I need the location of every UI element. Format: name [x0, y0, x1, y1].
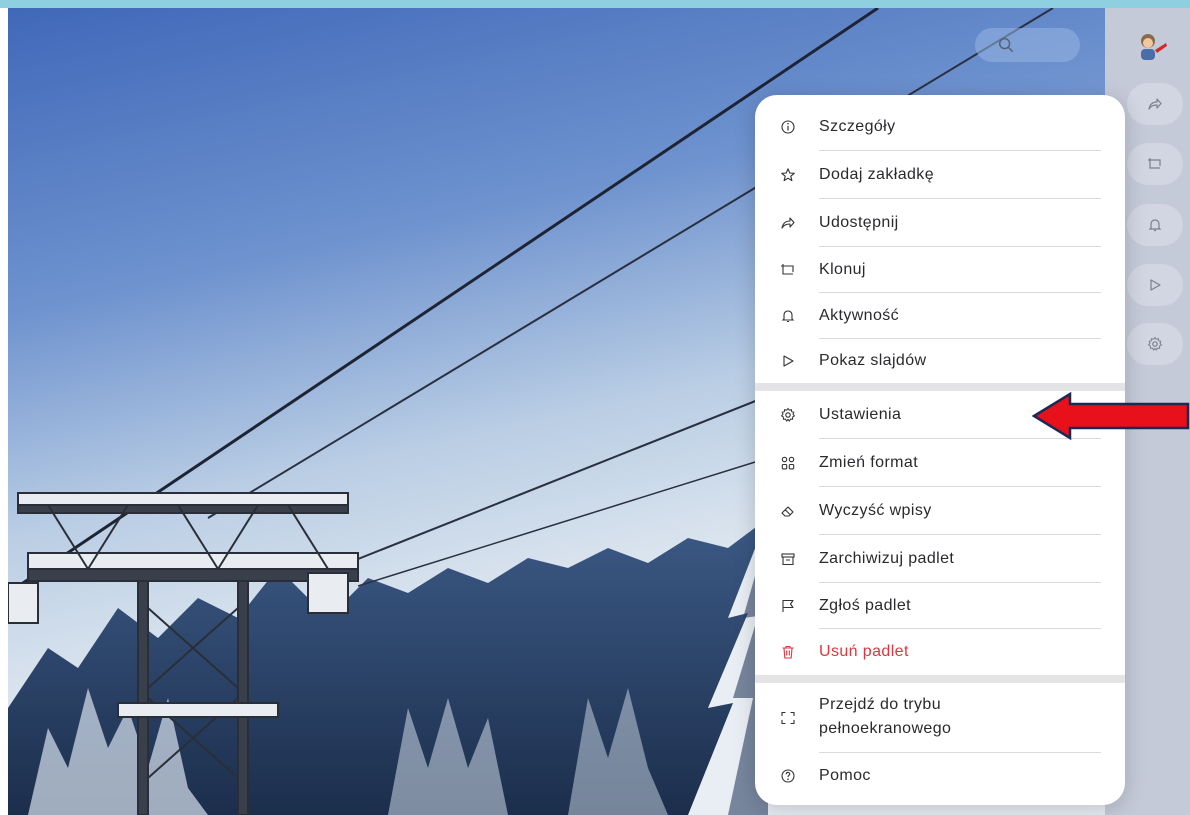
menu-item-label: Udostępnij [819, 214, 899, 231]
menu-item-label: Zgłoś padlet [819, 597, 911, 614]
search-icon [998, 37, 1014, 53]
menu-item-fullscreen[interactable]: Przejdź do trybu pełnoekranowego [755, 683, 1125, 753]
flag-icon [779, 597, 797, 615]
bell-icon [1148, 219, 1162, 232]
bell-icon [779, 307, 797, 325]
menu-item-change-format[interactable]: Zmień format [755, 439, 1125, 487]
red-annotation-arrow [1032, 392, 1190, 440]
help-icon [779, 767, 797, 785]
rail-clone-button[interactable] [1127, 143, 1183, 185]
share-icon [779, 214, 797, 232]
menu-item-delete[interactable]: Usuń padlet [755, 629, 1125, 675]
gear-icon [1147, 336, 1163, 351]
menu-item-label: Wyczyść wpisy [819, 502, 932, 519]
clone-icon [779, 261, 797, 279]
menu-item-bookmark[interactable]: Dodaj zakładkę [755, 151, 1125, 199]
menu-item-label: Usuń padlet [819, 643, 909, 660]
menu-item-activity[interactable]: Aktywność [755, 293, 1125, 339]
play-icon [779, 352, 797, 370]
trash-icon [779, 643, 797, 661]
menu-item-slideshow[interactable]: Pokaz slajdów [755, 339, 1125, 383]
clone-icon [1148, 158, 1161, 169]
menu-item-label: Zmień format [819, 454, 919, 471]
gear-icon [779, 406, 797, 424]
rail-share-button[interactable] [1127, 83, 1183, 125]
fullscreen-icon [779, 709, 797, 727]
menu-item-archive[interactable]: Zarchiwizuj padlet [755, 535, 1125, 583]
star-icon [779, 166, 797, 184]
menu-item-help[interactable]: Pomoc [755, 753, 1125, 799]
rail-slideshow-button[interactable] [1127, 264, 1183, 306]
eraser-icon [779, 502, 797, 520]
padlet-options-menu: Szczegóły Dodaj zakładkę Udostępnij Klon… [755, 95, 1125, 805]
menu-item-clear-posts[interactable]: Wyczyść wpisy [755, 487, 1125, 535]
share-icon [1148, 98, 1162, 110]
menu-item-label: Aktywność [819, 307, 900, 324]
menu-item-report[interactable]: Zgłoś padlet [755, 583, 1125, 629]
play-icon [1150, 279, 1161, 291]
menu-group-divider [755, 383, 1125, 391]
info-icon [779, 118, 797, 136]
menu-item-share[interactable]: Udostępnij [755, 199, 1125, 247]
grid-icon [779, 454, 797, 472]
rail-activity-button[interactable] [1127, 204, 1183, 246]
menu-item-label: Zarchiwizuj padlet [819, 550, 955, 567]
menu-item-label: Dodaj zakładkę [819, 166, 934, 183]
menu-item-label: Pomoc [819, 767, 871, 784]
menu-group-divider [755, 675, 1125, 683]
menu-item-details[interactable]: Szczegóły [755, 103, 1125, 151]
menu-item-label: Klonuj [819, 261, 866, 278]
menu-item-label: Przejdź do trybu [819, 696, 942, 713]
user-avatar[interactable] [1133, 30, 1169, 62]
menu-item-label-line2: pełnoekranowego [819, 720, 952, 737]
menu-item-label: Szczegóły [819, 118, 896, 135]
menu-item-label: Ustawienia [819, 406, 902, 423]
top-border-bar [0, 0, 1190, 8]
search-button[interactable] [975, 28, 1080, 62]
archive-icon [779, 550, 797, 568]
rail-settings-button[interactable] [1127, 323, 1183, 365]
menu-item-label: Pokaz slajdów [819, 352, 927, 369]
menu-item-clone[interactable]: Klonuj [755, 247, 1125, 293]
